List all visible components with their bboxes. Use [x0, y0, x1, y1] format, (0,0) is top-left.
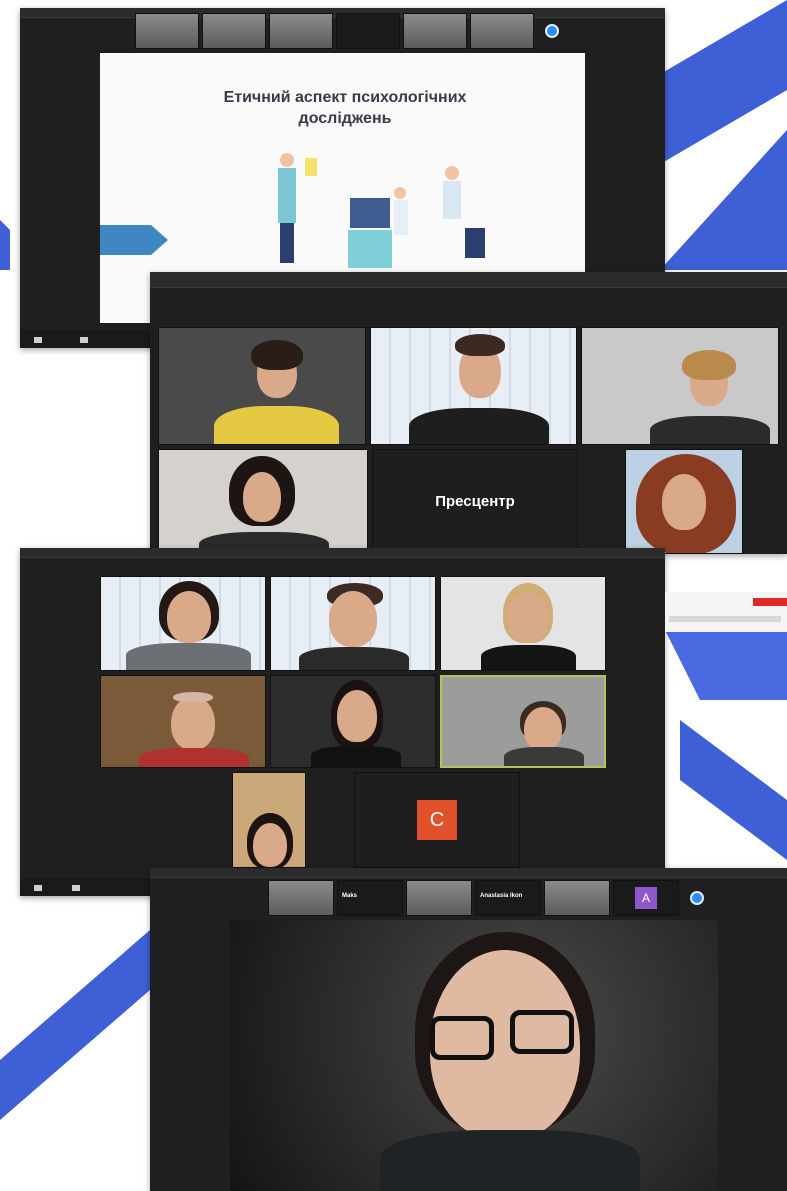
- stripe-top-right: [650, 0, 787, 170]
- slide-title: Етичний аспект психологічних досліджень: [220, 87, 470, 129]
- camera-icon[interactable]: [80, 337, 88, 343]
- video-tile-name-only[interactable]: Пресцентр: [372, 449, 578, 554]
- illus-figure-2: [394, 200, 408, 235]
- stripe-left-edge: [0, 220, 10, 270]
- zoom-window-gallery-1: Пресцентр: [150, 272, 787, 554]
- window-titlebar: [150, 868, 787, 878]
- leave-button[interactable]: [753, 598, 787, 606]
- taskbar-strip: [669, 616, 781, 622]
- slide-title-line-1: Етичний аспект психологічних: [223, 89, 467, 106]
- zoom-window-snippet: [665, 592, 787, 632]
- participant-thumb-name[interactable]: [336, 13, 400, 49]
- glasses-right: [510, 1010, 574, 1054]
- illus-board: [305, 158, 317, 176]
- video-tile[interactable]: [158, 327, 366, 445]
- collage-page: Етичний аспект психологічних досліджень: [0, 0, 787, 1191]
- participant-thumb-name[interactable]: Maks: [337, 880, 403, 916]
- participant-thumb[interactable]: [269, 13, 333, 49]
- next-page-button[interactable]: [690, 891, 704, 905]
- stripe-mid-right: [660, 620, 787, 700]
- participant-thumb[interactable]: [470, 13, 534, 49]
- participant-thumb[interactable]: [268, 880, 334, 916]
- participant-thumb-name[interactable]: Anastasia Ikon: [475, 880, 541, 916]
- slide-illustration: [278, 153, 485, 268]
- zoom-window-gallery-2: C: [20, 548, 665, 896]
- stripe-mid-right-2: [680, 720, 787, 860]
- illus-head-2: [394, 187, 406, 199]
- illus-desk: [348, 230, 392, 268]
- mic-icon[interactable]: [34, 885, 42, 891]
- video-tile-avatar[interactable]: C: [354, 772, 520, 868]
- participant-thumb[interactable]: [403, 13, 467, 49]
- video-tile[interactable]: [232, 772, 306, 868]
- participant-name-label: Anastasia Ikon: [480, 893, 523, 899]
- participant-thumb[interactable]: [544, 880, 610, 916]
- illus-figure-1: [278, 168, 296, 223]
- participant-thumb[interactable]: [406, 880, 472, 916]
- illus-head-1: [280, 153, 294, 167]
- glasses-left: [430, 1016, 494, 1060]
- participant-name-label: Пресцентр: [435, 493, 515, 510]
- video-tile[interactable]: [158, 449, 368, 554]
- video-tile[interactable]: [581, 327, 779, 445]
- active-speaker-video[interactable]: [230, 920, 718, 1191]
- participant-strip: Maks Anastasia Ikon A: [268, 880, 704, 916]
- illus-legs-1: [280, 223, 294, 263]
- illus-monitor: [350, 198, 390, 228]
- participant-strip: [135, 13, 559, 49]
- participant-thumb[interactable]: [202, 13, 266, 49]
- zoom-window-speaker: Maks Anastasia Ikon A: [150, 868, 787, 1191]
- slide-title-line-2: досліджень: [298, 110, 392, 127]
- video-tile[interactable]: [370, 327, 577, 445]
- video-tile[interactable]: [100, 675, 266, 768]
- video-tile[interactable]: [270, 675, 436, 768]
- avatar-letter: C: [417, 800, 457, 840]
- illus-head-3: [445, 166, 459, 180]
- video-tile[interactable]: [100, 576, 266, 671]
- next-page-button[interactable]: [545, 24, 559, 38]
- camera-icon[interactable]: [72, 885, 80, 891]
- video-tile[interactable]: [625, 449, 743, 554]
- illus-chair: [465, 228, 485, 258]
- participant-name-label: Maks: [342, 893, 358, 899]
- avatar-letter: A: [635, 887, 657, 909]
- participant-thumb[interactable]: [135, 13, 199, 49]
- illus-figure-3: [443, 181, 461, 219]
- slide-arrow-shape: [100, 225, 168, 255]
- window-titlebar: [20, 548, 665, 558]
- stripe-bottom-left: [0, 930, 150, 1120]
- video-tile[interactable]: [270, 576, 436, 671]
- participant-thumb-avatar[interactable]: A: [613, 880, 679, 916]
- video-tile[interactable]: [440, 576, 606, 671]
- window-titlebar: [150, 272, 787, 288]
- video-tile-active-speaker[interactable]: [440, 675, 606, 768]
- mic-icon[interactable]: [34, 337, 42, 343]
